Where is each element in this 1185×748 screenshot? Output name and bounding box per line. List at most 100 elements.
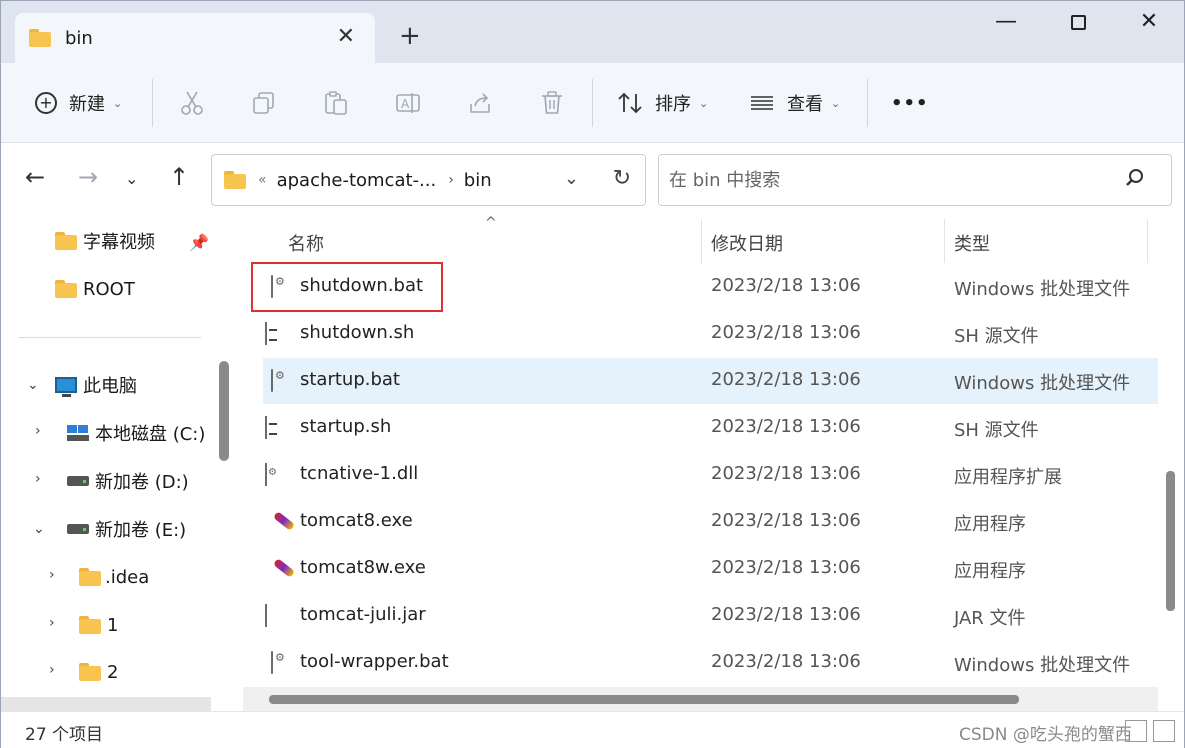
sidebar-item-folder-1[interactable]: 1: [79, 605, 118, 645]
new-tab-icon[interactable]: +: [399, 21, 421, 51]
forward-arrow-icon[interactable]: →: [78, 163, 98, 191]
chevron-down-icon[interactable]: ⌄: [33, 521, 45, 537]
rename-button[interactable]: A: [395, 85, 421, 121]
sidebar-item-label: 本地磁盘 (C:): [95, 424, 206, 445]
bat-file-icon: [271, 651, 273, 674]
cut-icon: [181, 91, 203, 115]
breadcrumb-overflow-icon[interactable]: «: [258, 172, 267, 188]
copy-button[interactable]: [251, 85, 277, 121]
chevron-right-icon[interactable]: ›: [49, 615, 55, 631]
chevron-right-icon[interactable]: ›: [35, 423, 41, 439]
rename-icon: A: [396, 93, 420, 113]
minimize-icon[interactable]: —: [986, 9, 1026, 34]
close-tab-icon[interactable]: ✕: [337, 24, 355, 49]
refresh-icon[interactable]: ↻: [613, 166, 631, 191]
large-icons-view-icon[interactable]: [1153, 720, 1175, 742]
file-row[interactable]: tool-wrapper.bat 2023/2/18 13:06 Windows 批…: [263, 640, 1158, 686]
file-row[interactable]: tomcat8.exe 2023/2/18 13:06 应用程序: [263, 499, 1158, 545]
system-drive-icon: [67, 425, 89, 441]
file-type: Windows 批处理文件: [954, 655, 1131, 676]
view-button[interactable]: 查看 ⌄: [749, 85, 840, 121]
sidebar-item-folder-2[interactable]: 2: [79, 652, 118, 692]
sidebar-item-drive-d[interactable]: 新加卷 (D:): [67, 461, 189, 501]
file-row[interactable]: tomcat8w.exe 2023/2/18 13:06 应用程序: [263, 546, 1158, 592]
file-row[interactable]: shutdown.sh 2023/2/18 13:06 SH 源文件: [263, 311, 1158, 357]
sidebar-divider: [19, 337, 201, 338]
column-divider[interactable]: [701, 219, 702, 263]
delete-icon: [542, 91, 562, 114]
search-box[interactable]: [658, 154, 1172, 206]
horizontal-scrollbar-thumb[interactable]: [269, 695, 1019, 704]
highlight-annotation-box: [251, 262, 443, 312]
column-header-type[interactable]: 类型: [954, 223, 990, 263]
paste-icon: [325, 91, 347, 115]
sort-label: 排序: [655, 94, 691, 115]
sidebar-item-drive-c[interactable]: 本地磁盘 (C:): [67, 413, 205, 453]
file-date: 2023/2/18 13:06: [711, 510, 861, 531]
file-date: 2023/2/18 13:06: [711, 651, 861, 672]
file-type: 应用程序扩展: [954, 467, 1062, 488]
sidebar-item-idea[interactable]: .idea: [79, 557, 149, 597]
sort-icon: [618, 92, 642, 114]
back-arrow-icon[interactable]: ←: [25, 163, 45, 191]
recent-locations-chevron-icon[interactable]: ⌄: [125, 169, 138, 188]
item-count: 27 个项目: [25, 725, 104, 745]
file-row[interactable]: tcnative-1.dll 2023/2/18 13:06 应用程序扩展: [263, 452, 1158, 498]
details-view-icon[interactable]: [1125, 720, 1147, 742]
share-icon: [470, 93, 490, 113]
sidebar-item-this-pc[interactable]: 此电脑: [55, 365, 137, 405]
chevron-down-icon: ⌄: [699, 96, 709, 110]
paste-button[interactable]: [323, 85, 349, 121]
sidebar-item-label: ROOT: [83, 278, 135, 300]
folder-icon: [79, 663, 101, 681]
view-lines-icon: [751, 96, 773, 110]
column-header-date[interactable]: 修改日期: [711, 223, 783, 263]
cut-button[interactable]: [179, 85, 205, 121]
search-input[interactable]: [669, 169, 1109, 191]
address-dropdown-icon[interactable]: ⌄: [564, 168, 579, 189]
breadcrumb-item[interactable]: apache-tomcat-...: [277, 170, 437, 191]
tab-bin[interactable]: bin ✕: [15, 13, 375, 63]
file-date: 2023/2/18 13:06: [711, 275, 861, 296]
file-name: tomcat8.exe: [300, 510, 413, 531]
column-header-name[interactable]: 名称: [288, 223, 324, 263]
svg-text:A: A: [401, 97, 410, 111]
chevron-down-icon[interactable]: ⌄: [27, 377, 39, 393]
delete-button[interactable]: [539, 85, 565, 121]
maximize-icon[interactable]: [1058, 9, 1098, 36]
sidebar-item-label: 此电脑: [83, 376, 137, 397]
breadcrumb-separator-icon[interactable]: ›: [448, 172, 454, 188]
close-window-icon[interactable]: ✕: [1129, 9, 1169, 34]
horizontal-scrollbar[interactable]: [243, 687, 1158, 711]
column-divider[interactable]: [1147, 219, 1148, 263]
address-bar[interactable]: « apache-tomcat-... › bin ⌄ ↻: [211, 154, 646, 206]
chevron-right-icon[interactable]: ›: [49, 662, 55, 678]
vertical-scrollbar-thumb[interactable]: [1166, 471, 1175, 611]
up-arrow-icon[interactable]: ↑: [169, 163, 189, 191]
breadcrumb-item[interactable]: bin: [464, 170, 492, 191]
sidebar-item-drive-e[interactable]: 新加卷 (E:): [67, 509, 186, 549]
sidebar-item-label: .idea: [105, 566, 150, 588]
new-button[interactable]: + 新建 ⌄: [35, 85, 122, 121]
file-row[interactable]: startup.sh 2023/2/18 13:06 SH 源文件: [263, 405, 1158, 451]
toolbar-divider: [592, 79, 593, 127]
chevron-down-icon: ⌄: [113, 96, 123, 110]
search-icon[interactable]: [1125, 168, 1145, 188]
file-date: 2023/2/18 13:06: [711, 322, 861, 343]
file-row[interactable]: startup.bat 2023/2/18 13:06 Windows 批处理文件: [263, 358, 1158, 404]
sidebar-item-label: 新加卷 (E:): [95, 520, 187, 541]
sidebar-horizontal-scrollbar[interactable]: [1, 697, 211, 711]
more-options-button[interactable]: •••: [891, 85, 929, 121]
sort-button[interactable]: 排序 ⌄: [617, 85, 708, 121]
file-explorer-window: bin ✕ + — ✕ + 新建 ⌄ A 排序 ⌄ 查看 ⌄ ••• ← → ⌄…: [0, 0, 1185, 748]
column-divider[interactable]: [944, 219, 945, 263]
sidebar-item-subtitle-video[interactable]: 字幕视频: [55, 221, 155, 261]
share-button[interactable]: [467, 85, 493, 121]
sidebar-item-root[interactable]: ROOT: [55, 269, 135, 309]
chevron-right-icon[interactable]: ›: [49, 567, 55, 583]
pin-icon[interactable]: 📌: [189, 233, 209, 252]
sidebar-scrollbar-thumb[interactable]: [219, 361, 229, 461]
chevron-right-icon[interactable]: ›: [35, 471, 41, 487]
jar-file-icon: [265, 604, 267, 627]
file-row[interactable]: tomcat-juli.jar 2023/2/18 13:06 JAR 文件: [263, 593, 1158, 639]
